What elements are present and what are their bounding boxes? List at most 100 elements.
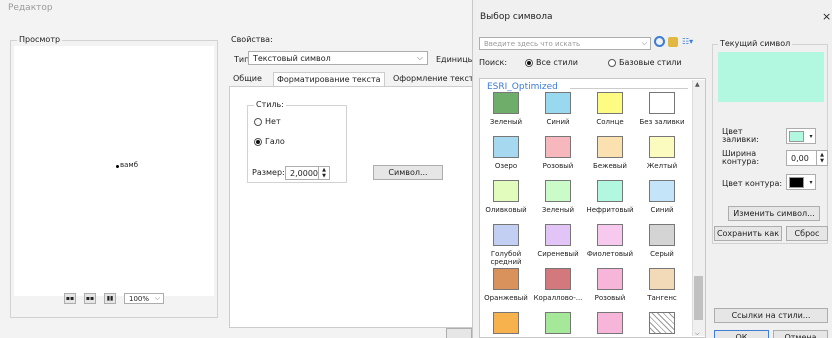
symbol-label: Розовый (594, 294, 626, 302)
search-input[interactable]: Введите здесь что искать ⌵ (479, 37, 651, 50)
search-icon[interactable] (654, 36, 665, 47)
symbol-item[interactable] (533, 312, 583, 337)
outline-color-label: Цвет контура: (722, 179, 783, 188)
tab-strip: Общие Форматирование текста Оформление т… (229, 72, 472, 87)
symbol-item[interactable]: Зеленый (533, 180, 583, 214)
symbol-label: Оливковый (485, 206, 527, 214)
style-manager-icon[interactable] (668, 37, 678, 47)
symbol-item[interactable]: Озеро (481, 136, 531, 170)
style-halo-label: Гало (265, 137, 285, 146)
symbol-item[interactable]: Тангенс (637, 268, 687, 302)
symbol-item[interactable]: Желтый (637, 136, 687, 170)
zoom-actual-button[interactable]: ▮▮ (104, 293, 116, 304)
outline-width-input[interactable]: 0,00 ▲ ▼ (786, 150, 828, 166)
radio-checked-icon (525, 58, 533, 67)
symbol-item[interactable]: Оливковый (481, 180, 531, 214)
zoom-extent-button[interactable]: ▪▪ (84, 293, 96, 304)
symbol-item[interactable]: Фиолетовый (585, 224, 635, 258)
symbol-item[interactable]: Бежевый (585, 136, 635, 170)
save-as-button[interactable]: Сохранить как (714, 226, 782, 241)
type-select[interactable]: Текстовый символ ⌵ (248, 51, 428, 65)
symbol-item[interactable]: Серый (637, 224, 687, 258)
symbol-item[interactable]: Солнце (585, 92, 635, 126)
symbol-item[interactable]: Сиреневый (533, 224, 583, 258)
zoom-value: 100% (129, 294, 150, 303)
symbol-item[interactable]: Синий (637, 180, 687, 214)
symbol-label: Оранжевый (484, 294, 528, 302)
scroll-down-icon[interactable]: ⌵ (695, 330, 700, 338)
ok-button[interactable]: ОК (714, 330, 769, 338)
outline-color-swatch (789, 176, 805, 188)
symbol-swatch (649, 136, 675, 158)
symbol-swatch (597, 180, 623, 202)
hidden-dialog-button[interactable] (446, 328, 472, 338)
reset-button[interactable]: Сброс (786, 226, 828, 241)
size-value: 2,0000 (290, 168, 318, 178)
symbol-label: Сиреневый (537, 250, 579, 258)
tab-general[interactable]: Общие (233, 72, 262, 86)
symbol-item[interactable] (637, 312, 687, 337)
symbol-label: Кораллово-... (533, 294, 583, 302)
symbol-item[interactable]: Розовый (585, 268, 635, 302)
radio-checked-icon (254, 137, 262, 146)
symbol-swatch (493, 180, 519, 202)
symbol-swatch (597, 224, 623, 246)
symbol-label: Голубой средний (490, 250, 522, 266)
symbol-item[interactable]: Кораллово-... (533, 268, 583, 302)
scope-base-label: Базовые стили (619, 58, 682, 67)
size-label: Размер: (252, 168, 285, 177)
symbol-label: Озеро (494, 162, 518, 170)
scope-all-radio[interactable]: Все стили (525, 58, 578, 67)
spin-icon[interactable]: ▲ ▼ (318, 167, 329, 179)
radio-icon (608, 58, 616, 67)
edit-symbol-button[interactable]: Изменить символ... (728, 206, 820, 221)
chevron-down-icon: ⌵ (154, 294, 160, 302)
outline-width-label: Ширина контура: (722, 149, 760, 166)
style-halo-radio[interactable]: Гало (254, 137, 285, 146)
scope-base-radio[interactable]: Базовые стили (608, 58, 682, 67)
style-references-button[interactable]: Ссылки на стили... (714, 308, 828, 323)
symbol-item[interactable]: Зеленый (481, 92, 531, 126)
symbol-label: Синий (650, 206, 674, 214)
fill-color-button[interactable]: ▾ (786, 128, 816, 144)
size-input[interactable]: 2,0000 ▲ ▼ (285, 166, 330, 180)
tab-text-decoration[interactable]: Оформление текста (393, 72, 472, 86)
symbol-label: Солнце (596, 118, 624, 126)
view-options-icon[interactable]: ☷▾ (682, 37, 693, 46)
style-label: Стиль: (254, 100, 286, 109)
chevron-down-icon: ⌵ (641, 39, 647, 47)
symbol-swatch (545, 224, 571, 246)
symbol-item[interactable]: Оранжевый (481, 268, 531, 302)
cancel-button[interactable]: Отмена (773, 330, 828, 338)
symbol-label: Тангенс (647, 294, 677, 302)
symbol-swatch (649, 92, 675, 114)
outline-color-button[interactable]: ▾ (786, 174, 816, 190)
symbol-label: Без заливки (639, 118, 685, 126)
symbol-item[interactable] (481, 312, 531, 337)
symbol-item[interactable]: Розовый (533, 136, 583, 170)
symbol-swatch (493, 268, 519, 290)
symbol-swatch (597, 268, 623, 290)
zoom-select[interactable]: 100% ⌵ (124, 293, 164, 304)
symbol-item[interactable]: Нефритовый (585, 180, 635, 214)
fill-color-swatch (789, 130, 805, 142)
style-none-radio[interactable]: Нет (254, 117, 281, 126)
symbol-swatch (597, 136, 623, 158)
current-symbol-title: Текущий символ (718, 39, 793, 48)
zoom-fit-button[interactable]: ▪▪ (64, 293, 76, 304)
spin-icon[interactable]: ▲ ▼ (816, 151, 827, 165)
symbol-swatch (545, 180, 571, 202)
symbol-item[interactable]: Синий (533, 92, 583, 126)
symbol-swatch (649, 268, 675, 290)
tab-text-format[interactable]: Форматирование текста (273, 72, 385, 86)
close-icon[interactable]: × (822, 10, 831, 23)
symbol-swatch (597, 312, 623, 334)
symbol-label: Зеленый (541, 206, 575, 214)
symbol-button[interactable]: Символ... (373, 165, 443, 180)
radio-icon (254, 117, 262, 126)
scroll-thumb[interactable] (694, 276, 703, 320)
scroll-up-icon[interactable]: ▲ (695, 81, 700, 88)
symbol-item[interactable] (585, 312, 635, 337)
symbol-item[interactable]: Голубой средний (481, 224, 531, 266)
symbol-item[interactable]: Без заливки (637, 92, 687, 126)
